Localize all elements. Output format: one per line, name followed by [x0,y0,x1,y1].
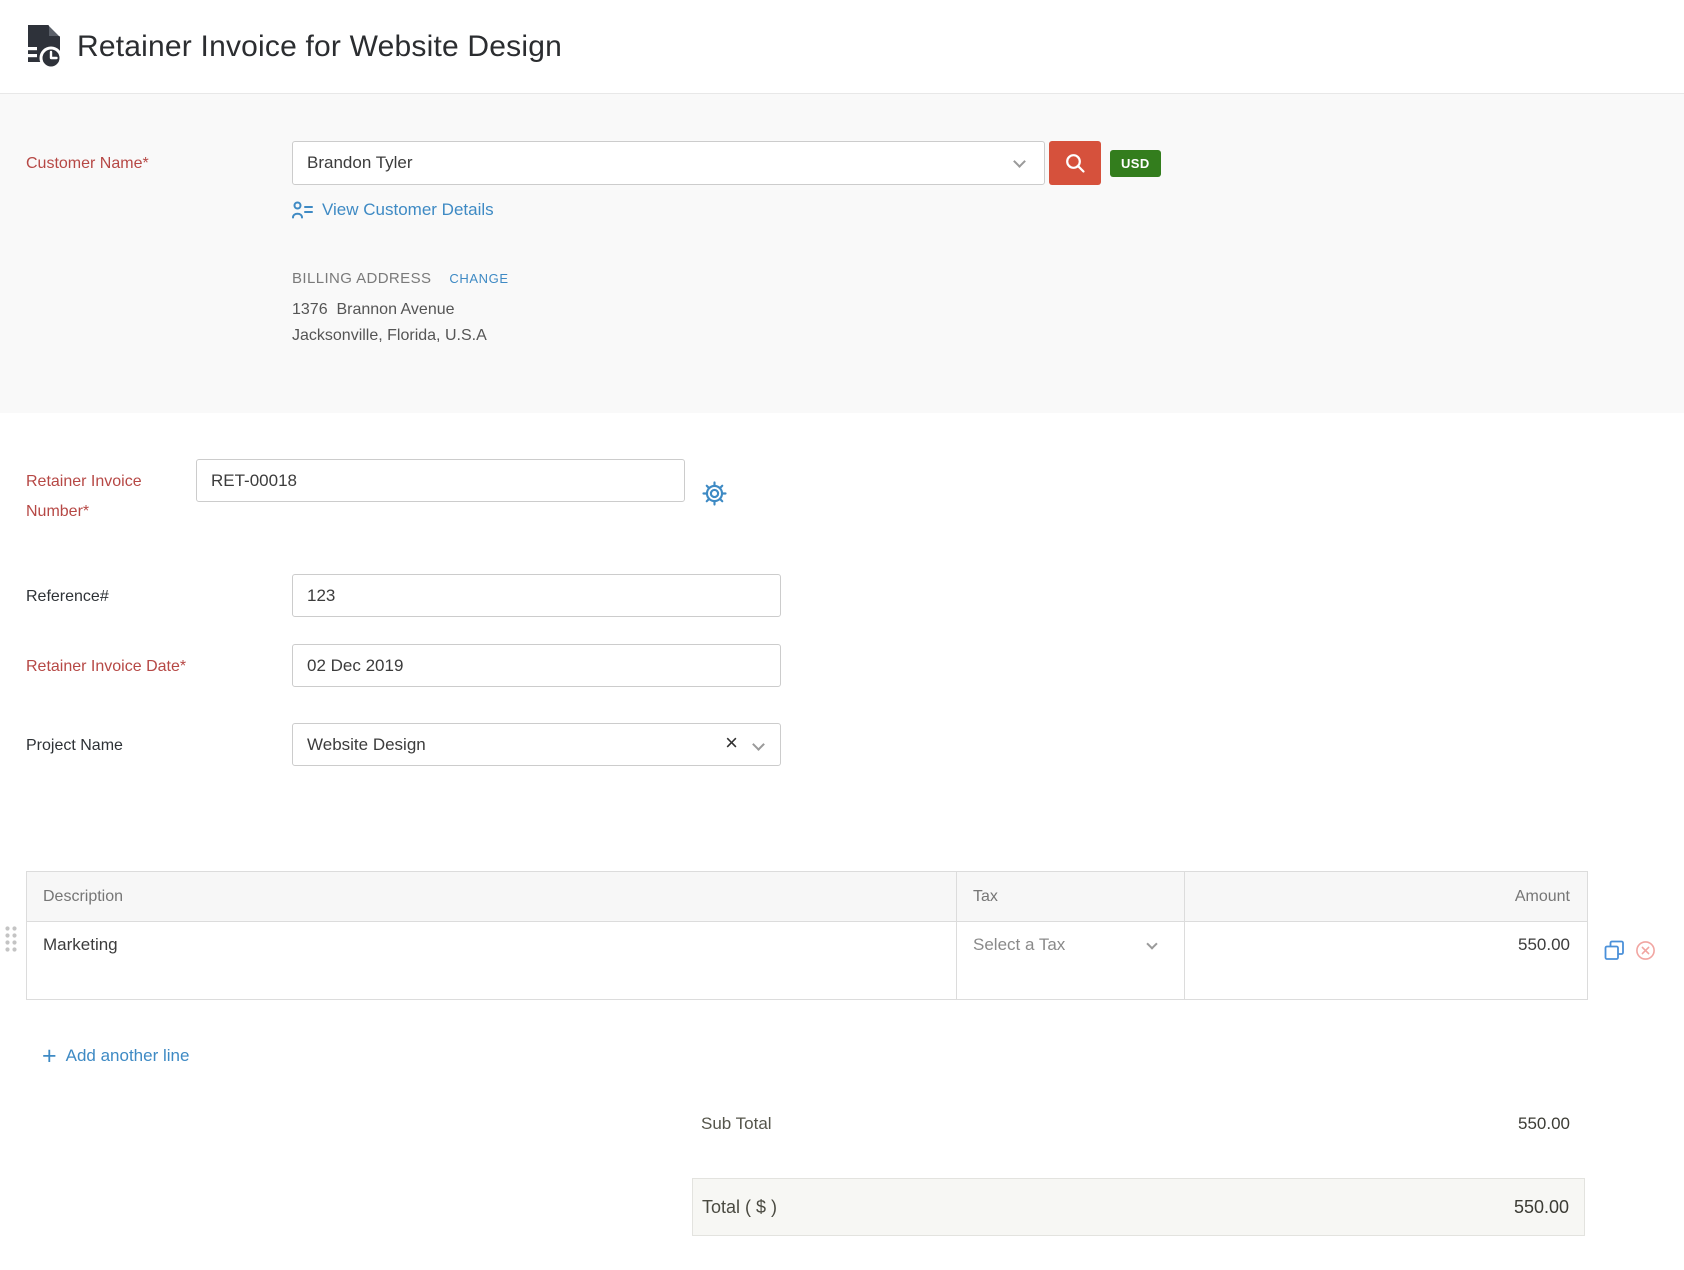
currency-badge: USD [1110,150,1161,177]
total-row: Total ( $ ) 550.00 [692,1178,1585,1236]
copy-row-icon[interactable] [1603,939,1626,962]
retainer-invoice-icon [26,24,62,70]
drag-handle-icon[interactable] [3,925,19,953]
total-value: 550.00 [1514,1197,1569,1218]
billing-address-line1: 1376 Brannon Avenue [292,297,1161,323]
add-another-line-button[interactable]: + Add another line [42,1046,189,1066]
item-tax-cell[interactable]: Select a Tax [957,922,1185,1000]
invoice-number-input[interactable]: RET-00018 [196,459,685,502]
chevron-down-icon [1146,938,1157,949]
tax-select[interactable]: Select a Tax [973,935,1168,955]
column-header-amount: Amount [1185,872,1588,922]
chevron-down-icon[interactable] [752,738,765,751]
item-description-cell[interactable]: Marketing [27,922,957,1000]
customer-name-label: Customer Name* [26,141,292,349]
total-label: Total ( $ ) [702,1197,777,1218]
customer-section: Customer Name* Brandon Tyler USD [0,94,1684,413]
subtotal-label: Sub Total [701,1114,772,1134]
reference-input[interactable]: 123 [292,574,781,617]
invoice-details-form: Retainer Invoice Number* RET-00018 Refer… [0,413,1684,766]
user-details-icon [292,201,313,220]
customer-name-select[interactable]: Brandon Tyler [292,141,1045,185]
subtotal-row: Sub Total 550.00 [692,1114,1585,1134]
search-icon [1063,151,1087,175]
project-name-select[interactable]: Website Design × [292,723,781,766]
line-items-table: Description Tax Amount Marketing Select … [26,871,1587,1000]
customer-search-button[interactable] [1049,141,1101,185]
gear-icon[interactable] [701,480,728,507]
item-amount-cell[interactable]: 550.00 [1185,922,1588,1000]
invoice-date-input[interactable]: 02 Dec 2019 [292,644,781,687]
billing-address-block: BILLING ADDRESS CHANGE 1376 Brannon Aven… [292,270,1161,349]
billing-address-heading: BILLING ADDRESS [292,270,431,287]
page-header: Retainer Invoice for Website Design [0,0,1684,94]
column-header-tax: Tax [957,872,1185,922]
subtotal-value: 550.00 [1518,1114,1570,1134]
billing-address-line2: Jacksonville, Florida, U.S.A [292,323,1161,349]
billing-change-link[interactable]: CHANGE [449,271,508,286]
customer-name-value: Brandon Tyler [307,153,413,173]
plus-icon: + [42,1047,57,1065]
invoice-date-label: Retainer Invoice Date* [26,644,292,687]
page-title: Retainer Invoice for Website Design [77,30,562,64]
reference-label: Reference# [26,574,292,617]
delete-row-icon[interactable] [1635,940,1656,961]
chevron-down-icon[interactable] [1013,155,1026,168]
project-name-label: Project Name [26,723,292,766]
table-row: Marketing Select a Tax 550.00 [27,922,1588,1000]
table-header-row: Description Tax Amount [27,872,1588,922]
view-customer-details-link[interactable]: View Customer Details [292,200,494,220]
totals-section: Sub Total 550.00 Total ( $ ) 550.00 [692,1114,1585,1236]
invoice-number-label: Retainer Invoice Number* [26,459,196,527]
column-header-description: Description [27,872,957,922]
clear-icon[interactable]: × [725,732,738,754]
